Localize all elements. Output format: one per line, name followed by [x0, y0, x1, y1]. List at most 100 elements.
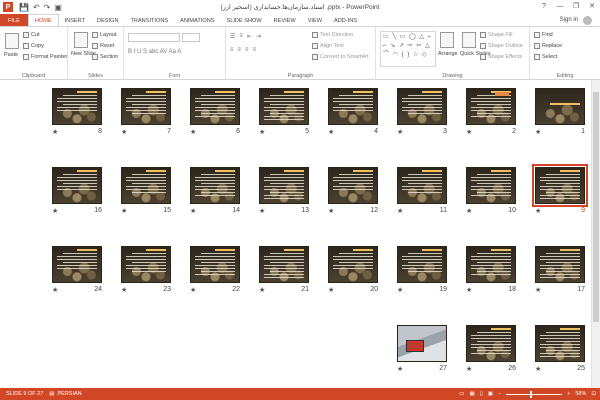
help-icon[interactable]: ? — [536, 0, 552, 13]
slideshow-view-icon[interactable]: ▣ — [488, 391, 493, 397]
language-indicator[interactable]: ▤ PERSIAN — [49, 391, 81, 397]
slide-thumbnail[interactable] — [535, 246, 585, 283]
shapes-gallery[interactable]: ▭ ╲ ▭ ◯ △ ⌐ ⌐ ↘ ↗ ⇨ ⇦ △ ⌒ ◠ { } ☆ ◇ — [380, 31, 436, 67]
section-icon — [92, 54, 98, 60]
slide-thumbnail[interactable] — [397, 88, 447, 125]
slide-thumbnail[interactable] — [328, 246, 378, 283]
align-right-icon[interactable]: ≡ — [245, 47, 249, 53]
align-buttons[interactable]: ≡ ≡ ≡ ≡ — [230, 47, 256, 53]
slide-thumbnail[interactable] — [259, 88, 309, 125]
numbering-icon[interactable]: ≡ — [239, 33, 243, 40]
convert-smartart-button[interactable]: Convert to SmartArt — [312, 54, 369, 60]
reset-button[interactable]: Reset — [92, 43, 114, 49]
slide-thumbnail[interactable] — [328, 88, 378, 125]
slide-thumbnail[interactable] — [259, 167, 309, 204]
slide-thumbnail[interactable] — [121, 88, 171, 125]
align-center-icon[interactable]: ≡ — [238, 47, 242, 53]
undo-icon[interactable]: ↶ — [33, 3, 40, 12]
quick-styles-icon[interactable] — [462, 32, 476, 48]
paste-button[interactable]: Paste — [4, 52, 18, 58]
slide-thumbnail[interactable] — [466, 325, 516, 362]
arrange-icon[interactable] — [440, 32, 454, 48]
new-slide-icon[interactable] — [74, 32, 88, 48]
paste-icon[interactable] — [5, 33, 19, 49]
slide-thumbnail[interactable] — [532, 164, 588, 207]
slide-title-bar — [353, 91, 373, 93]
slide-title-bar — [560, 170, 580, 172]
fit-slide-icon[interactable]: ⊡ — [591, 391, 596, 397]
normal-view-icon[interactable]: ▭ — [459, 391, 464, 397]
indent-icon[interactable]: ⇤ — [247, 33, 252, 40]
bullets-icon[interactable]: ☰ — [230, 33, 235, 40]
slide-text-lines — [264, 95, 304, 122]
start-slideshow-icon[interactable]: ▣ — [54, 3, 62, 12]
find-button[interactable]: Find — [534, 32, 553, 38]
clipboard-group-label: Clipboard — [21, 73, 46, 79]
slide-thumbnail[interactable] — [397, 246, 447, 283]
redo-icon[interactable]: ↷ — [44, 3, 51, 12]
zoom-level[interactable]: 58% — [575, 391, 586, 397]
layout-button[interactable]: Layout — [92, 32, 117, 38]
slide-thumbnail[interactable] — [52, 88, 102, 125]
vertical-scrollbar[interactable] — [591, 80, 600, 388]
sign-in-link[interactable]: Sign in — [560, 17, 578, 23]
slide-thumbnail[interactable] — [328, 167, 378, 204]
zoom-out-icon[interactable]: − — [498, 391, 501, 397]
align-left-icon[interactable]: ≡ — [230, 47, 234, 53]
animation-star-icon: ★ — [535, 287, 542, 294]
slide-thumbnail[interactable] — [190, 246, 240, 283]
zoom-in-icon[interactable]: + — [567, 391, 570, 397]
slide-thumbnail[interactable] — [259, 246, 309, 283]
text-direction-button[interactable]: Text Direction — [312, 32, 353, 38]
reading-view-icon[interactable]: ▯ — [480, 391, 483, 397]
animation-star-icon: ★ — [397, 287, 404, 294]
paragraph-group-label: Paragraph — [287, 73, 314, 79]
slide-thumbnail[interactable] — [466, 88, 516, 125]
slide-thumbnail[interactable] — [466, 167, 516, 204]
save-icon[interactable]: 💾 — [19, 3, 29, 12]
slide-thumbnail[interactable] — [535, 88, 585, 125]
slide-thumbnail[interactable] — [466, 246, 516, 283]
slide-thumbnail[interactable] — [190, 167, 240, 204]
outdent-icon[interactable]: ⇥ — [256, 33, 261, 40]
format-painter-button[interactable]: Format Painter — [23, 54, 67, 60]
restore-button[interactable]: ❐ — [568, 0, 584, 13]
slide-thumbnail[interactable] — [397, 167, 447, 204]
slide-thumbnail[interactable] — [190, 88, 240, 125]
user-avatar-icon[interactable] — [583, 16, 592, 25]
slide-thumbnail[interactable] — [121, 246, 171, 283]
font-format-buttons[interactable]: B I U S abc AV Aa A — [128, 49, 181, 55]
section-button[interactable]: Section — [92, 54, 118, 60]
close-button[interactable]: ✕ — [584, 0, 600, 13]
slide-thumbnail[interactable] — [121, 167, 171, 204]
align-text-button[interactable]: Align Text — [312, 43, 344, 49]
font-size-select[interactable] — [182, 33, 200, 42]
cut-button[interactable]: Cut — [23, 32, 40, 38]
shape-fill-button[interactable]: Shape Fill — [480, 32, 512, 38]
slide-number: 5 — [305, 128, 309, 135]
scrollbar-thumb[interactable] — [593, 92, 599, 322]
copy-button[interactable]: Copy — [23, 43, 44, 49]
shape-effects-label: Shape Effects — [488, 54, 523, 60]
minimize-button[interactable]: — — [552, 0, 568, 13]
animation-star-icon: ★ — [397, 129, 404, 136]
shape-effects-button[interactable]: Shape Effects — [480, 54, 522, 60]
slide-thumbnail[interactable] — [535, 325, 585, 362]
replace-button[interactable]: Replace — [534, 43, 562, 49]
slide-sorter-icon[interactable]: ▦ — [470, 391, 475, 397]
font-name-select[interactable] — [128, 33, 180, 42]
slide-thumbnail[interactable] — [397, 325, 447, 362]
arrange-button[interactable]: Arrange — [438, 51, 458, 57]
slide-title-bar — [146, 91, 166, 93]
shape-outline-button[interactable]: Shape Outline — [480, 43, 523, 49]
justify-icon[interactable]: ≡ — [253, 47, 257, 53]
zoom-slider[interactable] — [506, 390, 563, 398]
slide-indicator: SLIDE 9 OF 27 — [6, 391, 44, 397]
slide-number: 20 — [370, 286, 378, 293]
slide-thumbnail[interactable] — [52, 167, 102, 204]
copy-icon — [23, 43, 29, 49]
slide-thumbnail[interactable] — [52, 246, 102, 283]
select-button[interactable]: Select — [534, 54, 557, 60]
layout-icon — [92, 32, 98, 38]
list-buttons[interactable]: ☰ ≡ ⇤ ⇥ — [230, 33, 261, 40]
